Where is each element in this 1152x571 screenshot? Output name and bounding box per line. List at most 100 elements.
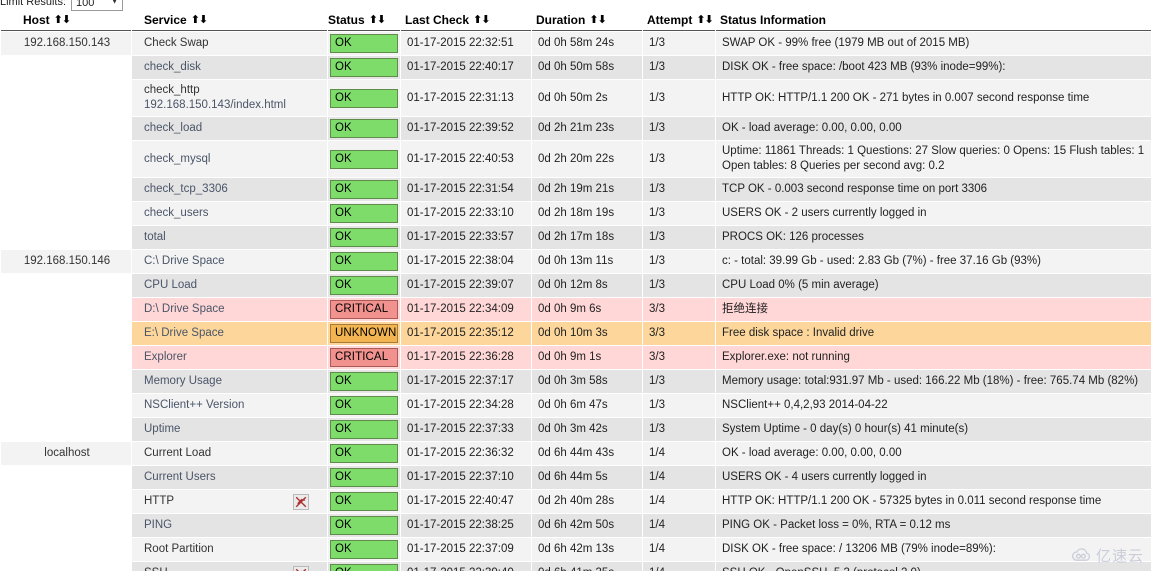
service-cell[interactable]: total <box>132 226 327 249</box>
service-link[interactable]: SSH <box>144 566 168 571</box>
status-information-cell: 拒绝连接 <box>716 298 1151 321</box>
service-link[interactable]: Explorer <box>144 350 187 365</box>
column-header-duration[interactable]: Duration ⬆⬇ <box>532 13 642 31</box>
service-name-group: Check Swap <box>144 36 209 51</box>
service-cell-content: HTTP <box>144 493 323 510</box>
sort-descending-icon[interactable]: ⬇ <box>199 14 208 26</box>
sort-icons-host[interactable]: ⬆⬇ <box>54 14 71 26</box>
sort-descending-icon[interactable]: ⬇ <box>598 14 607 26</box>
service-link[interactable]: NSClient++ Version <box>144 398 244 413</box>
sort-descending-icon[interactable]: ⬇ <box>705 14 714 26</box>
service-cell[interactable]: check_tcp_3306 <box>132 178 327 201</box>
host-link[interactable]: 192.168.150.146 <box>24 255 110 267</box>
last-check-cell: 01-17-2015 22:37:09 <box>401 538 531 561</box>
service-link[interactable]: D:\ Drive Space <box>144 302 225 317</box>
host-cell[interactable]: 192.168.150.143 <box>1 32 131 55</box>
column-header-last-check[interactable]: Last Check ⬆⬇ <box>401 13 531 31</box>
attempt-cell: 1/3 <box>643 202 715 225</box>
table-row: Memory Usage OK 01-17-2015 22:37:17 0d 0h 3… <box>1 370 1151 393</box>
service-cell[interactable]: SSH <box>132 562 327 571</box>
host-cell-empty <box>1 322 131 345</box>
service-link[interactable]: CPU Load <box>144 278 197 293</box>
service-link[interactable]: Memory Usage <box>144 374 222 389</box>
status-badge: OK <box>330 180 398 199</box>
service-cell[interactable]: Memory Usage <box>132 370 327 393</box>
sort-descending-icon[interactable]: ⬇ <box>377 14 386 26</box>
sort-icons-status[interactable]: ⬆⬇ <box>369 14 386 26</box>
service-link[interactable]: total <box>144 230 166 245</box>
service-cell[interactable]: D:\ Drive Space <box>132 298 327 321</box>
service-link[interactable]: check_load <box>144 121 202 136</box>
sort-ascending-icon[interactable]: ⬆ <box>369 14 378 26</box>
sort-icons-attempt[interactable]: ⬆⬇ <box>696 14 714 26</box>
sort-ascending-icon[interactable]: ⬆ <box>54 14 63 26</box>
service-cell[interactable]: Root Partition <box>132 538 327 561</box>
host-cell[interactable]: 192.168.150.146 <box>1 250 131 273</box>
attempt-cell: 1/3 <box>643 226 715 249</box>
status-information-cell: HTTP OK: HTTP/1.1 200 OK - 271 bytes in … <box>716 80 1151 116</box>
service-cell[interactable]: Check Swap <box>132 32 327 55</box>
service-cell[interactable]: C:\ Drive Space <box>132 250 327 273</box>
column-header-service[interactable]: Service ⬆⬇ <box>132 13 327 31</box>
sort-icons-last-check[interactable]: ⬆⬇ <box>473 14 490 26</box>
sort-descending-icon[interactable]: ⬇ <box>481 14 490 26</box>
service-cell[interactable]: check_load <box>132 117 327 140</box>
service-link[interactable]: Root Partition <box>144 542 214 557</box>
service-link[interactable]: check_users <box>144 206 209 221</box>
service-cell[interactable]: CPU Load <box>132 274 327 297</box>
sort-ascending-icon[interactable]: ⬆ <box>589 14 598 26</box>
service-cell-content: Explorer <box>144 350 323 365</box>
service-link[interactable]: PING <box>144 518 172 533</box>
duration-cell: 0d 2h 20m 22s <box>532 141 642 177</box>
sort-ascending-icon[interactable]: ⬆ <box>191 14 200 26</box>
status-information-cell: TCP OK - 0.003 second response time on p… <box>716 178 1151 201</box>
service-cell[interactable]: check_disk <box>132 56 327 79</box>
service-cell[interactable]: check_users <box>132 202 327 225</box>
service-cell[interactable]: Current Users <box>132 466 327 489</box>
duration-cell: 0d 2h 21m 23s <box>532 117 642 140</box>
duration-cell: 0d 0h 3m 58s <box>532 370 642 393</box>
service-link[interactable]: HTTP <box>144 494 174 509</box>
service-link[interactable]: check_disk <box>144 60 201 75</box>
host-cell[interactable]: localhost <box>1 442 131 465</box>
notifications-disabled-icon[interactable] <box>293 493 309 510</box>
column-header-attempt[interactable]: Attempt ⬆⬇ <box>643 13 715 31</box>
service-cell[interactable]: check_http 192.168.150.143/index.html <box>132 80 327 116</box>
service-cell[interactable]: HTTP <box>132 490 327 513</box>
notifications-disabled-icon[interactable] <box>293 565 309 571</box>
status-information-cell: CPU Load 0% (5 min average) <box>716 274 1151 297</box>
service-cell[interactable]: PING <box>132 514 327 537</box>
host-link[interactable]: 192.168.150.143 <box>24 37 110 49</box>
service-link[interactable]: Uptime <box>144 422 180 437</box>
sort-icons-duration[interactable]: ⬆⬇ <box>589 14 607 26</box>
host-cell-empty <box>1 178 131 201</box>
service-link[interactable]: Current Users <box>144 470 216 485</box>
service-link[interactable]: C:\ Drive Space <box>144 254 225 269</box>
service-link[interactable]: check_mysql <box>144 152 210 167</box>
service-cell[interactable]: NSClient++ Version <box>132 394 327 417</box>
service-link[interactable]: Check Swap <box>144 36 209 51</box>
host-link[interactable]: localhost <box>44 447 89 459</box>
host-cell-empty <box>1 514 131 537</box>
limit-results-select[interactable]: 100 ▼ <box>71 0 124 11</box>
service-link[interactable]: check_tcp_3306 <box>144 182 228 197</box>
service-link[interactable]: E:\ Drive Space <box>144 326 224 341</box>
service-link[interactable]: Current Load <box>144 446 211 461</box>
status-badge: OK <box>330 204 398 223</box>
sort-descending-icon[interactable]: ⬇ <box>62 14 71 26</box>
column-header-status[interactable]: Status ⬆⬇ <box>328 13 400 31</box>
service-cell[interactable]: check_mysql <box>132 141 327 177</box>
service-cell[interactable]: E:\ Drive Space <box>132 322 327 345</box>
service-cell[interactable]: Explorer <box>132 346 327 369</box>
service-cell[interactable]: Uptime <box>132 418 327 441</box>
status-cell: CRITICAL <box>328 346 400 369</box>
service-cell[interactable]: Current Load <box>132 442 327 465</box>
sort-ascending-icon[interactable]: ⬆ <box>696 14 705 26</box>
service-link[interactable]: check_http <box>144 83 286 98</box>
sort-icons-service[interactable]: ⬆⬇ <box>191 14 208 26</box>
service-sub-label[interactable]: 192.168.150.143/index.html <box>144 98 286 113</box>
host-cell-empty <box>1 394 131 417</box>
column-header-host[interactable]: Host ⬆⬇ <box>1 13 131 31</box>
status-cell: OK <box>328 538 400 561</box>
duration-cell: 0d 0h 6m 47s <box>532 394 642 417</box>
